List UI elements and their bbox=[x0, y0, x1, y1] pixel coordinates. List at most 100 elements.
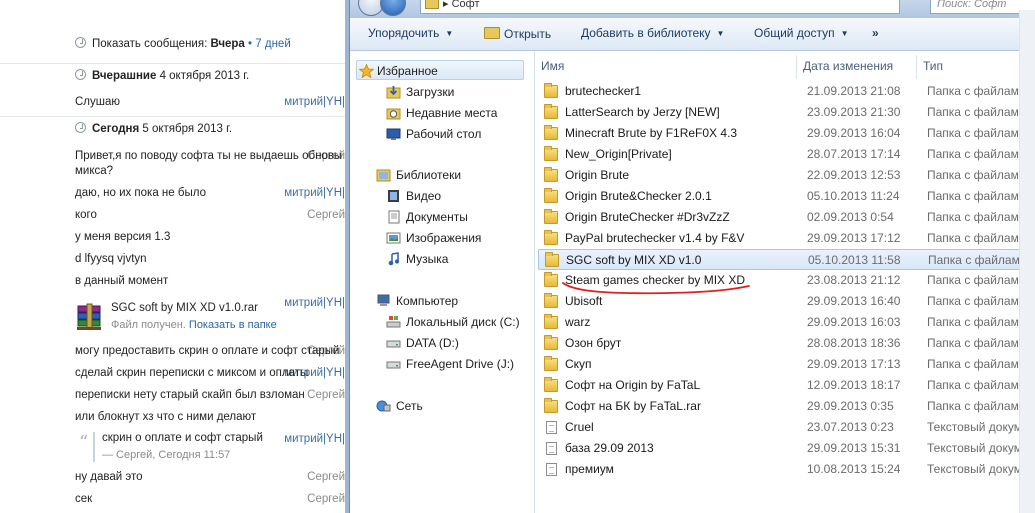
recent-places-icon bbox=[386, 106, 401, 120]
nav-pictures[interactable]: Изображения bbox=[386, 228, 481, 248]
file-date: 29.09.2013 0:35 bbox=[807, 399, 894, 413]
history-period[interactable]: Вчера bbox=[210, 38, 244, 50]
file-row[interactable]: Cruel 23.07.2013 0:23 Текстовый докум... bbox=[538, 417, 1035, 438]
file-date: 29.09.2013 15:31 bbox=[807, 441, 901, 455]
file-name: Озон брут bbox=[565, 336, 622, 350]
folder-row[interactable]: Ubisoft 29.09.2013 16:40 Папка с файлами bbox=[538, 291, 1035, 312]
message-author[interactable]: митрий|YH| bbox=[275, 91, 345, 113]
folder-row[interactable]: PayPal brutechecker v1.4 by F&V 29.09.201… bbox=[538, 228, 1035, 249]
folder-icon bbox=[544, 104, 558, 119]
show-in-folder-link[interactable]: Показать в папке bbox=[189, 319, 277, 331]
file-name: Cruel bbox=[565, 420, 594, 434]
column-header-date[interactable]: Дата изменения bbox=[803, 55, 893, 77]
file-date: 02.09.2013 0:54 bbox=[807, 210, 894, 224]
organize-button[interactable]: Упорядочить ▼ bbox=[368, 26, 453, 40]
folder-row[interactable]: warz 29.09.2013 16:03 Папка с файлами bbox=[538, 312, 1035, 333]
nav-network[interactable]: Сеть bbox=[376, 396, 423, 416]
file-row[interactable]: премиум 10.08.2013 15:24 Текстовый докум..… bbox=[538, 459, 1035, 480]
clock-icon bbox=[75, 37, 86, 48]
nav-downloads[interactable]: Загрузки bbox=[386, 82, 454, 102]
chat-pane: Показать сообщения: Вчера • 7 дней Вчера… bbox=[0, 0, 345, 513]
chat-message: Сергей кого bbox=[0, 204, 345, 226]
share-button[interactable]: Общий доступ ▼ bbox=[754, 26, 849, 40]
file-name: Steam games checker by MIX XD bbox=[565, 273, 746, 287]
file-name: PayPal brutechecker v1.4 by F&V bbox=[565, 231, 745, 245]
message-author[interactable]: Сергей bbox=[275, 466, 345, 488]
winrar-archive-icon[interactable] bbox=[75, 302, 105, 332]
folder-icon bbox=[544, 125, 558, 140]
more-commands-button[interactable]: » bbox=[872, 26, 879, 40]
text-document-icon bbox=[546, 421, 557, 434]
address-field[interactable]: ▸ Софт bbox=[420, 0, 900, 14]
file-name: warz bbox=[565, 315, 591, 329]
chat-message: Сергей могу предоставить скрин о оплате … bbox=[0, 340, 345, 362]
column-header-type[interactable]: Тип bbox=[923, 55, 943, 77]
file-type: Текстовый докум... bbox=[927, 441, 1032, 455]
history-7days-link[interactable]: 7 дней bbox=[255, 38, 290, 50]
file-type: Папка с файлами bbox=[927, 126, 1026, 140]
file-type: Папка с файлами bbox=[927, 399, 1026, 413]
chat-message: в данный момент bbox=[0, 270, 345, 292]
forward-button[interactable] bbox=[380, 0, 406, 16]
column-header-name[interactable]: Имя bbox=[541, 55, 564, 77]
folder-row[interactable]: brutechecker1 21.09.2013 21:08 Папка с фай… bbox=[538, 81, 1035, 102]
file-status-line: Файл получен. Показать в папке bbox=[111, 314, 277, 336]
file-name: Origin Brute bbox=[565, 168, 630, 182]
quote-text: скрин о оплате и софт старый bbox=[102, 432, 263, 444]
message-author[interactable]: Сергей bbox=[275, 488, 345, 510]
folder-row[interactable]: New_Origin[Private] 28.07.2013 17:14 Папка… bbox=[538, 144, 1035, 165]
history-prefix: Показать сообщения: bbox=[92, 38, 208, 50]
folder-row[interactable]: LatterSearch by Jerzy [NEW] 23.09.2013 21… bbox=[538, 102, 1035, 123]
folder-row[interactable]: Origin BruteChecker #Dr3vZzZ 02.09.2013 0… bbox=[538, 207, 1035, 228]
nav-libraries[interactable]: Библиотеки bbox=[376, 165, 461, 185]
folder-row[interactable]: Скуп 29.09.2013 17:13 Папка с файлами bbox=[538, 354, 1035, 375]
column-divider[interactable] bbox=[916, 55, 917, 79]
add-to-library-button[interactable]: Добавить в библиотеку ▼ bbox=[581, 26, 724, 40]
folder-icon bbox=[544, 377, 558, 392]
vertical-scrollbar[interactable] bbox=[1019, 10, 1035, 513]
file-name: премиум bbox=[565, 462, 614, 476]
folder-row[interactable]: SGC soft by MIX XD v1.0 05.10.2013 11:58 П… bbox=[538, 249, 1035, 270]
nav-video[interactable]: Видео bbox=[388, 186, 441, 206]
folder-row[interactable]: Софт на Origin by FaTaL 12.09.2013 18:17 П… bbox=[538, 375, 1035, 396]
nav-documents[interactable]: Документы bbox=[388, 207, 468, 227]
file-name: Скуп bbox=[565, 357, 592, 371]
chevron-down-icon: ▼ bbox=[716, 29, 725, 38]
folder-row[interactable]: Origin Brute&Checker 2.0.1 05.10.2013 11:… bbox=[538, 186, 1035, 207]
folder-row[interactable]: Origin Brute 22.09.2013 12:53 Папка с файл… bbox=[538, 165, 1035, 186]
address-separator: ▸ bbox=[443, 0, 452, 10]
file-type: Папка с файлами bbox=[927, 105, 1026, 119]
file-type: Папка с файлами bbox=[927, 231, 1026, 245]
folder-icon bbox=[544, 356, 558, 371]
folder-row[interactable]: Steam games checker by MIX XD 23.08.2013 … bbox=[538, 270, 1035, 291]
nav-freeagent-drive-j[interactable]: FreeAgent Drive (J:) bbox=[386, 354, 514, 374]
nav-local-disk-c[interactable]: Локальный диск (C:) bbox=[386, 312, 520, 332]
drive-icon bbox=[386, 336, 401, 350]
file-type: Папка с файлами bbox=[927, 189, 1026, 203]
message-text: ну давай это bbox=[75, 471, 143, 483]
nav-music[interactable]: Музыка bbox=[388, 249, 448, 269]
file-row[interactable]: база 29.09 2013 29.09.2013 15:31 Текстовый… bbox=[538, 438, 1035, 459]
message-author[interactable]: Сергей bbox=[275, 204, 345, 226]
folder-row[interactable]: Minecraft Brute by F1ReF0X 4.3 29.09.2013… bbox=[538, 123, 1035, 144]
folder-row[interactable]: Софт на БК by FaTaL.rar 29.09.2013 0:35 Па… bbox=[538, 396, 1035, 417]
file-type: Папка с файлами bbox=[927, 378, 1026, 392]
downloads-icon bbox=[386, 85, 401, 99]
nav-recent-places[interactable]: Недавние места bbox=[386, 103, 497, 123]
nav-favorites[interactable]: Избранное bbox=[356, 60, 524, 80]
nav-data-disk-d[interactable]: DATA (D:) bbox=[386, 333, 459, 353]
folder-icon bbox=[544, 314, 558, 329]
folder-row[interactable]: Озон брут 28.08.2013 18:36 Папка с файлами bbox=[538, 333, 1035, 354]
file-type: Текстовый докум... bbox=[927, 462, 1032, 476]
message-author[interactable]: митрий|YH| bbox=[275, 292, 345, 314]
folder-icon bbox=[544, 209, 558, 224]
column-divider[interactable] bbox=[796, 55, 797, 79]
nav-desktop[interactable]: Рабочий стол bbox=[386, 124, 481, 144]
file-name: Origin BruteChecker #Dr3vZzZ bbox=[565, 210, 730, 224]
message-author[interactable]: митрий|YH| bbox=[275, 182, 345, 204]
day-header-yesterday: Вчерашние 4 октября 2013 г. bbox=[75, 65, 249, 87]
folder-icon bbox=[545, 252, 559, 267]
message-text: Слушаю bbox=[75, 96, 121, 108]
nav-computer[interactable]: Компьютер bbox=[377, 291, 458, 311]
open-button[interactable]: Открыть bbox=[484, 26, 551, 41]
